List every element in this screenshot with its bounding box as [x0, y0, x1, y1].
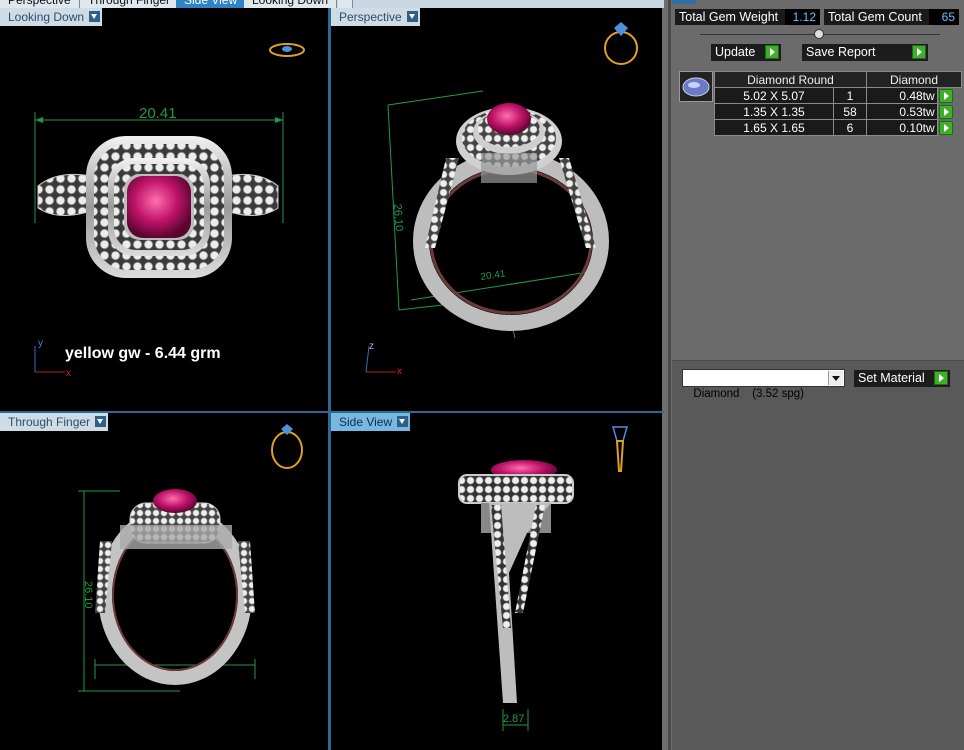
side-view-render	[458, 426, 628, 731]
ring-orientation-icon	[604, 31, 638, 65]
row-play-button[interactable]	[938, 120, 953, 135]
update-button-label: Update	[715, 45, 756, 59]
row-play-button[interactable]	[938, 104, 953, 119]
gem-count: 6	[833, 119, 867, 136]
splitter-handle-icon[interactable]	[814, 29, 824, 39]
set-material-button[interactable]: Set Material	[854, 370, 950, 387]
perspective-render: x z	[365, 22, 638, 377]
viewport-perspective[interactable]: Perspective x z 26.10 20.41	[331, 8, 662, 411]
axis-x-label: x	[66, 368, 71, 379]
gem-table-row[interactable]: 1.35 X 1.35 58 0.53tw	[714, 103, 962, 120]
set-material-button-label: Set Material	[858, 371, 925, 385]
total-gem-count-value: 65	[929, 9, 959, 25]
gem-size: 1.65 X 1.65	[714, 119, 834, 136]
view-tab-strip: Perspective Through Finger Side View Loo…	[0, 0, 664, 8]
gem-table-header-material: Diamond	[866, 71, 962, 88]
axis-y-label: y	[38, 338, 43, 349]
viewport-looking-down[interactable]: Looking Down x y 20.41 yellow gw - 6.44 …	[0, 8, 328, 411]
gem-count: 58	[833, 103, 867, 120]
ring-orientation-icon	[612, 426, 628, 442]
material-section	[672, 361, 964, 750]
row-play-button[interactable]	[938, 88, 953, 103]
material-select-value: Diamond (3.52 spg)	[693, 388, 804, 400]
ring-orientation-icon	[271, 431, 303, 469]
total-gem-weight-label: Total Gem Weight	[675, 9, 789, 25]
axis-x-label: x	[397, 366, 402, 377]
gem-table: Diamond Round Diamond 5.02 X 5.07 1 0.48…	[714, 71, 962, 136]
total-gem-weight-value: 1.12	[785, 9, 820, 25]
tab-perspective[interactable]: Perspective	[0, 0, 80, 8]
viewport-side-view[interactable]: Side View 2.87	[331, 413, 662, 750]
gem-table-header-shape: Diamond Round	[714, 71, 867, 88]
gem-size: 1.35 X 1.35	[714, 103, 834, 120]
tab-looking-down[interactable]: Looking Down	[244, 0, 338, 8]
material-select[interactable]: Diamond (3.52 spg)	[682, 369, 845, 400]
gem-count: 1	[833, 87, 867, 104]
tab-through-finger[interactable]: Through Finger	[80, 0, 180, 8]
through-finger-render	[78, 424, 303, 692]
save-report-button-label: Save Report	[806, 45, 876, 59]
tab-extra[interactable]	[338, 0, 353, 8]
round-diamond-icon	[682, 77, 710, 97]
gem-weight: 0.10tw	[866, 119, 938, 136]
play-icon	[912, 45, 926, 59]
gem-size: 5.02 X 5.07	[714, 87, 834, 104]
gem-weight: 0.48tw	[866, 87, 938, 104]
axis-z-label: z	[369, 341, 374, 352]
viewport-through-finger[interactable]: Through Finger 26.10	[0, 413, 328, 750]
update-button[interactable]: Update	[711, 44, 781, 61]
play-icon	[934, 371, 948, 385]
save-report-button[interactable]: Save Report	[802, 44, 928, 61]
play-icon	[765, 45, 779, 59]
gem-table-row[interactable]: 5.02 X 5.07 1 0.48tw	[714, 87, 962, 104]
gem-table-row[interactable]: 1.65 X 1.65 6 0.10tw	[714, 119, 962, 136]
panel-top-tab[interactable]	[672, 0, 696, 4]
total-gem-count-label: Total Gem Count	[824, 9, 932, 25]
tab-side-view[interactable]: Side View	[176, 0, 247, 8]
gem-thumbnail[interactable]	[679, 71, 713, 102]
chevron-down-icon[interactable]	[828, 371, 843, 385]
weight-note: yellow gw - 6.44 grm	[65, 345, 221, 362]
gem-weight: 0.53tw	[866, 103, 938, 120]
